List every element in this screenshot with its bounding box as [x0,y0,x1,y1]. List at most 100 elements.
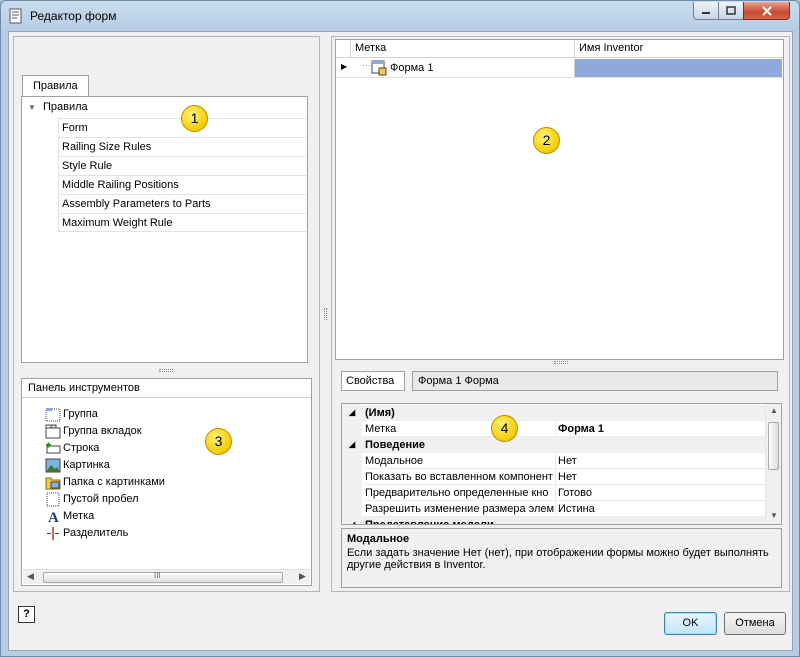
property-name: Разрешить изменение размера элем [364,503,554,517]
property-row-predefined-buttons[interactable]: Предварительно определенные кно Готово [342,485,766,501]
tree-connector: ··· [362,60,371,70]
picture-icon [45,458,61,473]
window-title: Редактор форм [30,9,117,23]
scroll-thumb[interactable]: III [43,571,283,583]
right-horizontal-splitter[interactable] [554,361,568,364]
scroll-thumb[interactable] [768,422,779,470]
help-button[interactable]: ? [18,606,35,623]
scroll-right-icon[interactable]: ▶ [299,571,306,582]
properties-label: Свойства [341,371,405,391]
category-label: Представление модели [365,519,494,525]
row-icon [46,442,61,454]
collapse-icon[interactable]: ◢ [349,437,355,453]
toolbox-item-label: Разделитель [63,527,129,539]
vertical-splitter[interactable] [324,308,327,320]
property-value[interactable]: Нет [555,469,766,485]
property-row-show-in-placed[interactable]: Показать во вставленном компонент Нет [342,469,766,485]
category-label: Поведение [365,439,425,451]
toolbox-item-tab-group[interactable]: Группа вкладок [45,423,142,440]
rules-root-label: Правила [43,101,88,113]
callout-4: 4 [491,415,518,442]
minimize-button[interactable] [693,2,719,20]
row-indicator-icon: ▶ [341,62,348,71]
toolbox-item-label: Строка [63,442,100,454]
property-name: Метка [364,421,554,437]
toolbox-item-picture-folder[interactable]: Папка с картинками [45,474,165,491]
maximize-icon [726,6,736,15]
toolbox-item-picture[interactable]: Картинка [45,457,110,474]
property-row-allow-resize[interactable]: Разрешить изменение размера элем Истина [342,501,766,517]
property-name: Предварительно определенные кно [364,485,554,501]
property-description: Модальное Если задать значение Нет (нет)… [341,528,782,588]
grid-row[interactable]: ▶ ··· Форма 1 [336,59,783,78]
form-icon [371,60,387,76]
property-value[interactable]: Истина [555,501,766,517]
description-title: Модальное [347,533,410,545]
description-text: Если задать значение Нет (нет), при отоб… [347,547,769,571]
toolbox-horizontal-scrollbar[interactable]: ◀ III ▶ [23,569,310,584]
tab-rules[interactable]: Правила [22,75,89,97]
toolbox-item-label-tool[interactable]: A Метка [45,508,94,525]
callout-2: 2 [533,127,560,154]
property-name: Показать во вставленном компонент [364,471,554,485]
toolbox-item-group[interactable]: Группа [45,406,98,423]
rule-item[interactable]: Railing Size Rules [58,137,306,156]
collapse-arrow-icon[interactable]: ▼ [28,103,36,112]
property-value[interactable]: Готово [555,485,766,501]
category-behavior[interactable]: ◢ Поведение [342,437,766,453]
property-row-label[interactable]: Метка Форма 1 [342,421,766,437]
column-header-inventor-name[interactable]: Имя Inventor [574,40,783,58]
empty-space-icon [46,492,60,507]
horizontal-splitter[interactable] [159,369,173,372]
title-bar[interactable]: Редактор форм [1,1,799,31]
callout-3: 3 [205,428,232,455]
inventor-name-cell[interactable] [574,59,782,77]
splitter-icon [47,527,59,540]
property-value[interactable]: Форма 1 [555,421,766,437]
category-model-view[interactable]: ◢ Представление модели [342,517,766,525]
grid-header: Метка Имя Inventor [336,40,783,58]
callout-1: 1 [181,105,208,132]
rule-item[interactable]: Middle Railing Positions [58,175,306,194]
category-name[interactable]: ◢ (Имя) [342,405,766,421]
collapse-icon[interactable]: ◢ [349,517,355,524]
form-editor-window: Редактор форм Правила ▼ Правила Form Rai… [0,0,800,657]
toolbox-item-splitter[interactable]: Разделитель [45,525,128,542]
toolbox-item-label: Пустой пробел [63,493,139,505]
toolbox-item-label: Папка с картинками [63,476,165,488]
scroll-grip-label: III [154,571,161,580]
toolbox-panel: Панель инструментов Группа Группа вкладо… [21,378,312,586]
picture-folder-icon [45,477,61,490]
rule-item[interactable]: Style Rule [58,156,306,175]
properties-object-selector[interactable]: Форма 1 Форма [412,371,778,391]
toolbox-header: Панель инструментов [22,379,311,398]
minimize-icon [702,11,710,14]
group-icon [45,408,61,422]
cancel-button[interactable]: Отмена [724,612,786,635]
scroll-up-icon[interactable]: ▲ [770,406,778,415]
property-value[interactable]: Нет [555,453,766,469]
toolbox-item-empty-space[interactable]: Пустой пробел [45,491,139,508]
maximize-button[interactable] [718,2,744,20]
property-name: Модальное [364,453,554,469]
scroll-down-icon[interactable]: ▼ [770,511,778,520]
property-row-modal[interactable]: Модальное Нет [342,453,766,469]
form-layout-grid[interactable]: Метка Имя Inventor ▶ ··· Форма 1 [335,39,784,360]
ok-button[interactable]: OK [664,612,717,635]
toolbox-item-label: Группа [63,408,98,420]
collapse-icon[interactable]: ◢ [349,405,355,421]
scroll-left-icon[interactable]: ◀ [27,571,34,582]
property-grid-scrollbar[interactable]: ▲ ▼ [765,404,781,524]
rules-tree[interactable]: ▼ Правила Form Railing Size Rules Style … [21,96,308,363]
rules-tree-root[interactable]: ▼ Правила [22,98,307,117]
toolbox-item-label: Группа вкладок [63,425,142,437]
rule-item[interactable]: Assembly Parameters to Parts [58,194,306,213]
column-header-label[interactable]: Метка [350,40,574,58]
tab-group-icon [45,424,61,439]
form-editor-icon [9,8,22,24]
close-button[interactable] [743,2,790,20]
toolbox-item-row[interactable]: Строка [45,440,99,457]
property-grid[interactable]: ◢ (Имя) Метка Форма 1 ◢ Поведение Модаль… [341,403,782,525]
rule-item[interactable]: Maximum Weight Rule [58,213,306,232]
close-icon [761,5,772,16]
